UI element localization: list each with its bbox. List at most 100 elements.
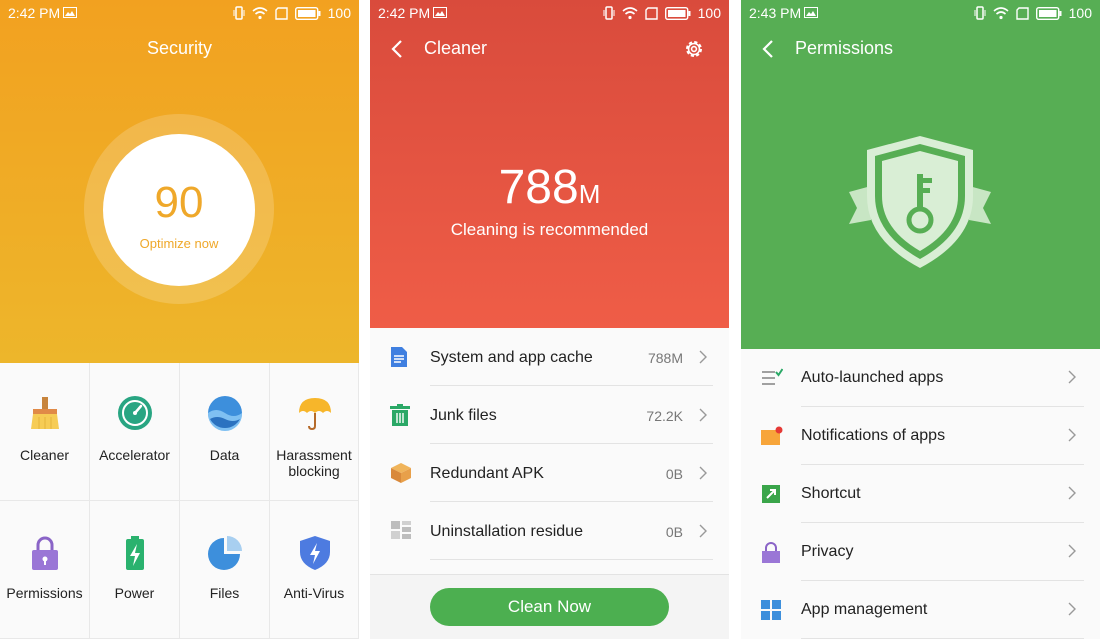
list-item-notifications-of-apps[interactable]: Notifications of apps — [741, 407, 1100, 465]
item-label: Notifications of apps — [801, 427, 946, 444]
item-label: Redundant APK — [430, 465, 544, 482]
chevron-right-icon — [699, 350, 707, 364]
junk-size-unit: M — [578, 179, 601, 209]
status-time: 2:42 PM — [8, 5, 61, 21]
broom-icon — [31, 397, 59, 429]
item-size: 0B — [665, 466, 683, 482]
lock-icon — [32, 536, 58, 570]
back-arrow-icon[interactable] — [761, 39, 775, 59]
sim-icon — [274, 6, 288, 20]
recommendation-text: Cleaning is recommended — [450, 220, 649, 239]
data-globe-icon — [208, 396, 242, 431]
status-bar: 2:42 PM 100 — [0, 0, 359, 26]
checklist-icon — [762, 368, 783, 385]
divider — [430, 559, 713, 560]
umbrella-icon — [299, 398, 331, 431]
gear-icon[interactable] — [683, 38, 705, 60]
tile-label: Permissions — [6, 585, 83, 601]
list-item-uninstallation-residue[interactable]: Uninstallation residue 0B — [370, 502, 729, 560]
security-score: 90 — [154, 178, 204, 227]
battery-level: 100 — [697, 5, 721, 21]
tile-label: Cleaner — [19, 447, 70, 463]
permissions-list: Auto-launched apps Notifications of apps… — [741, 349, 1100, 639]
list-item-shortcut[interactable]: Shortcut — [741, 465, 1100, 523]
list-item-junk-files[interactable]: Junk files 72.2K — [370, 386, 729, 444]
tile-anti-virus[interactable]: Anti-Virus — [270, 501, 359, 639]
wifi-icon — [622, 6, 638, 19]
privacy-lock-icon — [762, 542, 780, 563]
item-label: App management — [801, 601, 928, 618]
item-size: 0B — [665, 524, 683, 540]
tile-permissions[interactable]: Permissions — [0, 501, 90, 639]
list-item-auto-launched-apps[interactable]: Auto-launched apps — [741, 349, 1100, 407]
tile-files[interactable]: Files — [180, 501, 270, 639]
wifi-icon — [252, 6, 268, 19]
pie-chart-icon — [208, 536, 242, 570]
security-screen: 2:42 PM 100 Security 90 Optimize now Cle… — [0, 0, 359, 639]
junk-size-value: 788 — [498, 161, 579, 214]
shield-key-icon — [849, 136, 991, 268]
tile-cleaner[interactable]: Cleaner — [0, 363, 90, 501]
battery-status-icon — [294, 6, 321, 20]
optimize-button[interactable]: 90 Optimize now — [103, 134, 255, 286]
back-arrow-icon[interactable] — [390, 39, 404, 59]
vibrate-icon — [233, 6, 245, 20]
page-title: Permissions — [795, 38, 894, 58]
tile-label: Files — [209, 585, 240, 601]
vibrate-icon — [974, 6, 986, 20]
wifi-icon — [993, 6, 1009, 19]
item-label: Privacy — [801, 543, 854, 560]
tile-harassment-blocking[interactable]: Harassment blocking — [270, 363, 359, 501]
status-bar: 2:43 PM 100 — [741, 0, 1100, 26]
chevron-right-icon — [699, 466, 707, 480]
image-notification-icon — [804, 7, 818, 18]
list-item-redundant-apk[interactable]: Redundant APK 0B — [370, 444, 729, 502]
notification-icon — [761, 426, 783, 445]
battery-icon — [126, 536, 144, 570]
junk-size: 788M — [370, 160, 729, 215]
tile-label: Accelerator — [99, 447, 170, 463]
chevron-right-icon — [699, 408, 707, 422]
trash-icon — [390, 404, 410, 426]
list-item-system-cache[interactable]: System and app cache 788M — [370, 328, 729, 386]
document-icon — [391, 347, 407, 367]
chevron-right-icon — [1068, 370, 1076, 384]
item-label: Uninstallation residue — [430, 523, 583, 540]
image-notification-icon — [433, 7, 447, 18]
tile-label: Data — [209, 447, 240, 463]
chevron-right-icon — [1068, 602, 1076, 616]
shortcut-icon — [762, 485, 780, 503]
sim-icon — [644, 6, 658, 20]
speedometer-icon — [118, 396, 152, 430]
battery-status-icon — [664, 6, 691, 20]
app-grid-icon — [761, 600, 781, 620]
list-item-app-management[interactable]: App management — [741, 581, 1100, 639]
tile-label: Anti-Virus — [283, 585, 345, 601]
clean-now-button[interactable]: Clean Now — [430, 588, 669, 626]
chevron-right-icon — [1068, 544, 1076, 558]
sim-icon — [1015, 6, 1029, 20]
chevron-right-icon — [699, 524, 707, 538]
item-label: Shortcut — [801, 485, 861, 502]
status-bar: 2:42 PM 100 — [370, 0, 729, 26]
cleaner-footer: Clean Now — [370, 574, 729, 639]
cleaner-screen: 2:42 PM 100 Cleaner 788M Cleaning is rec… — [370, 0, 729, 639]
feature-grid: Cleaner Accelerator Data Harassment bloc… — [0, 363, 359, 639]
tile-data[interactable]: Data — [180, 363, 270, 501]
tile-power[interactable]: Power — [90, 501, 180, 639]
item-size: 72.2K — [646, 408, 683, 424]
tile-accelerator[interactable]: Accelerator — [90, 363, 180, 501]
page-title: Cleaner — [424, 38, 488, 58]
page-title: Security — [146, 38, 213, 58]
battery-level: 100 — [327, 5, 351, 21]
shield-bolt-icon — [300, 536, 330, 570]
chevron-right-icon — [1068, 428, 1076, 442]
tile-label: Harassment blocking — [276, 447, 352, 479]
image-notification-icon — [63, 7, 77, 18]
battery-level: 100 — [1068, 5, 1092, 21]
tile-label: Power — [114, 585, 155, 601]
item-label: Auto-launched apps — [801, 369, 944, 386]
list-item-privacy[interactable]: Privacy — [741, 523, 1100, 581]
cleaner-list: System and app cache 788M Junk files 72.… — [370, 328, 729, 574]
battery-status-icon — [1035, 6, 1062, 20]
